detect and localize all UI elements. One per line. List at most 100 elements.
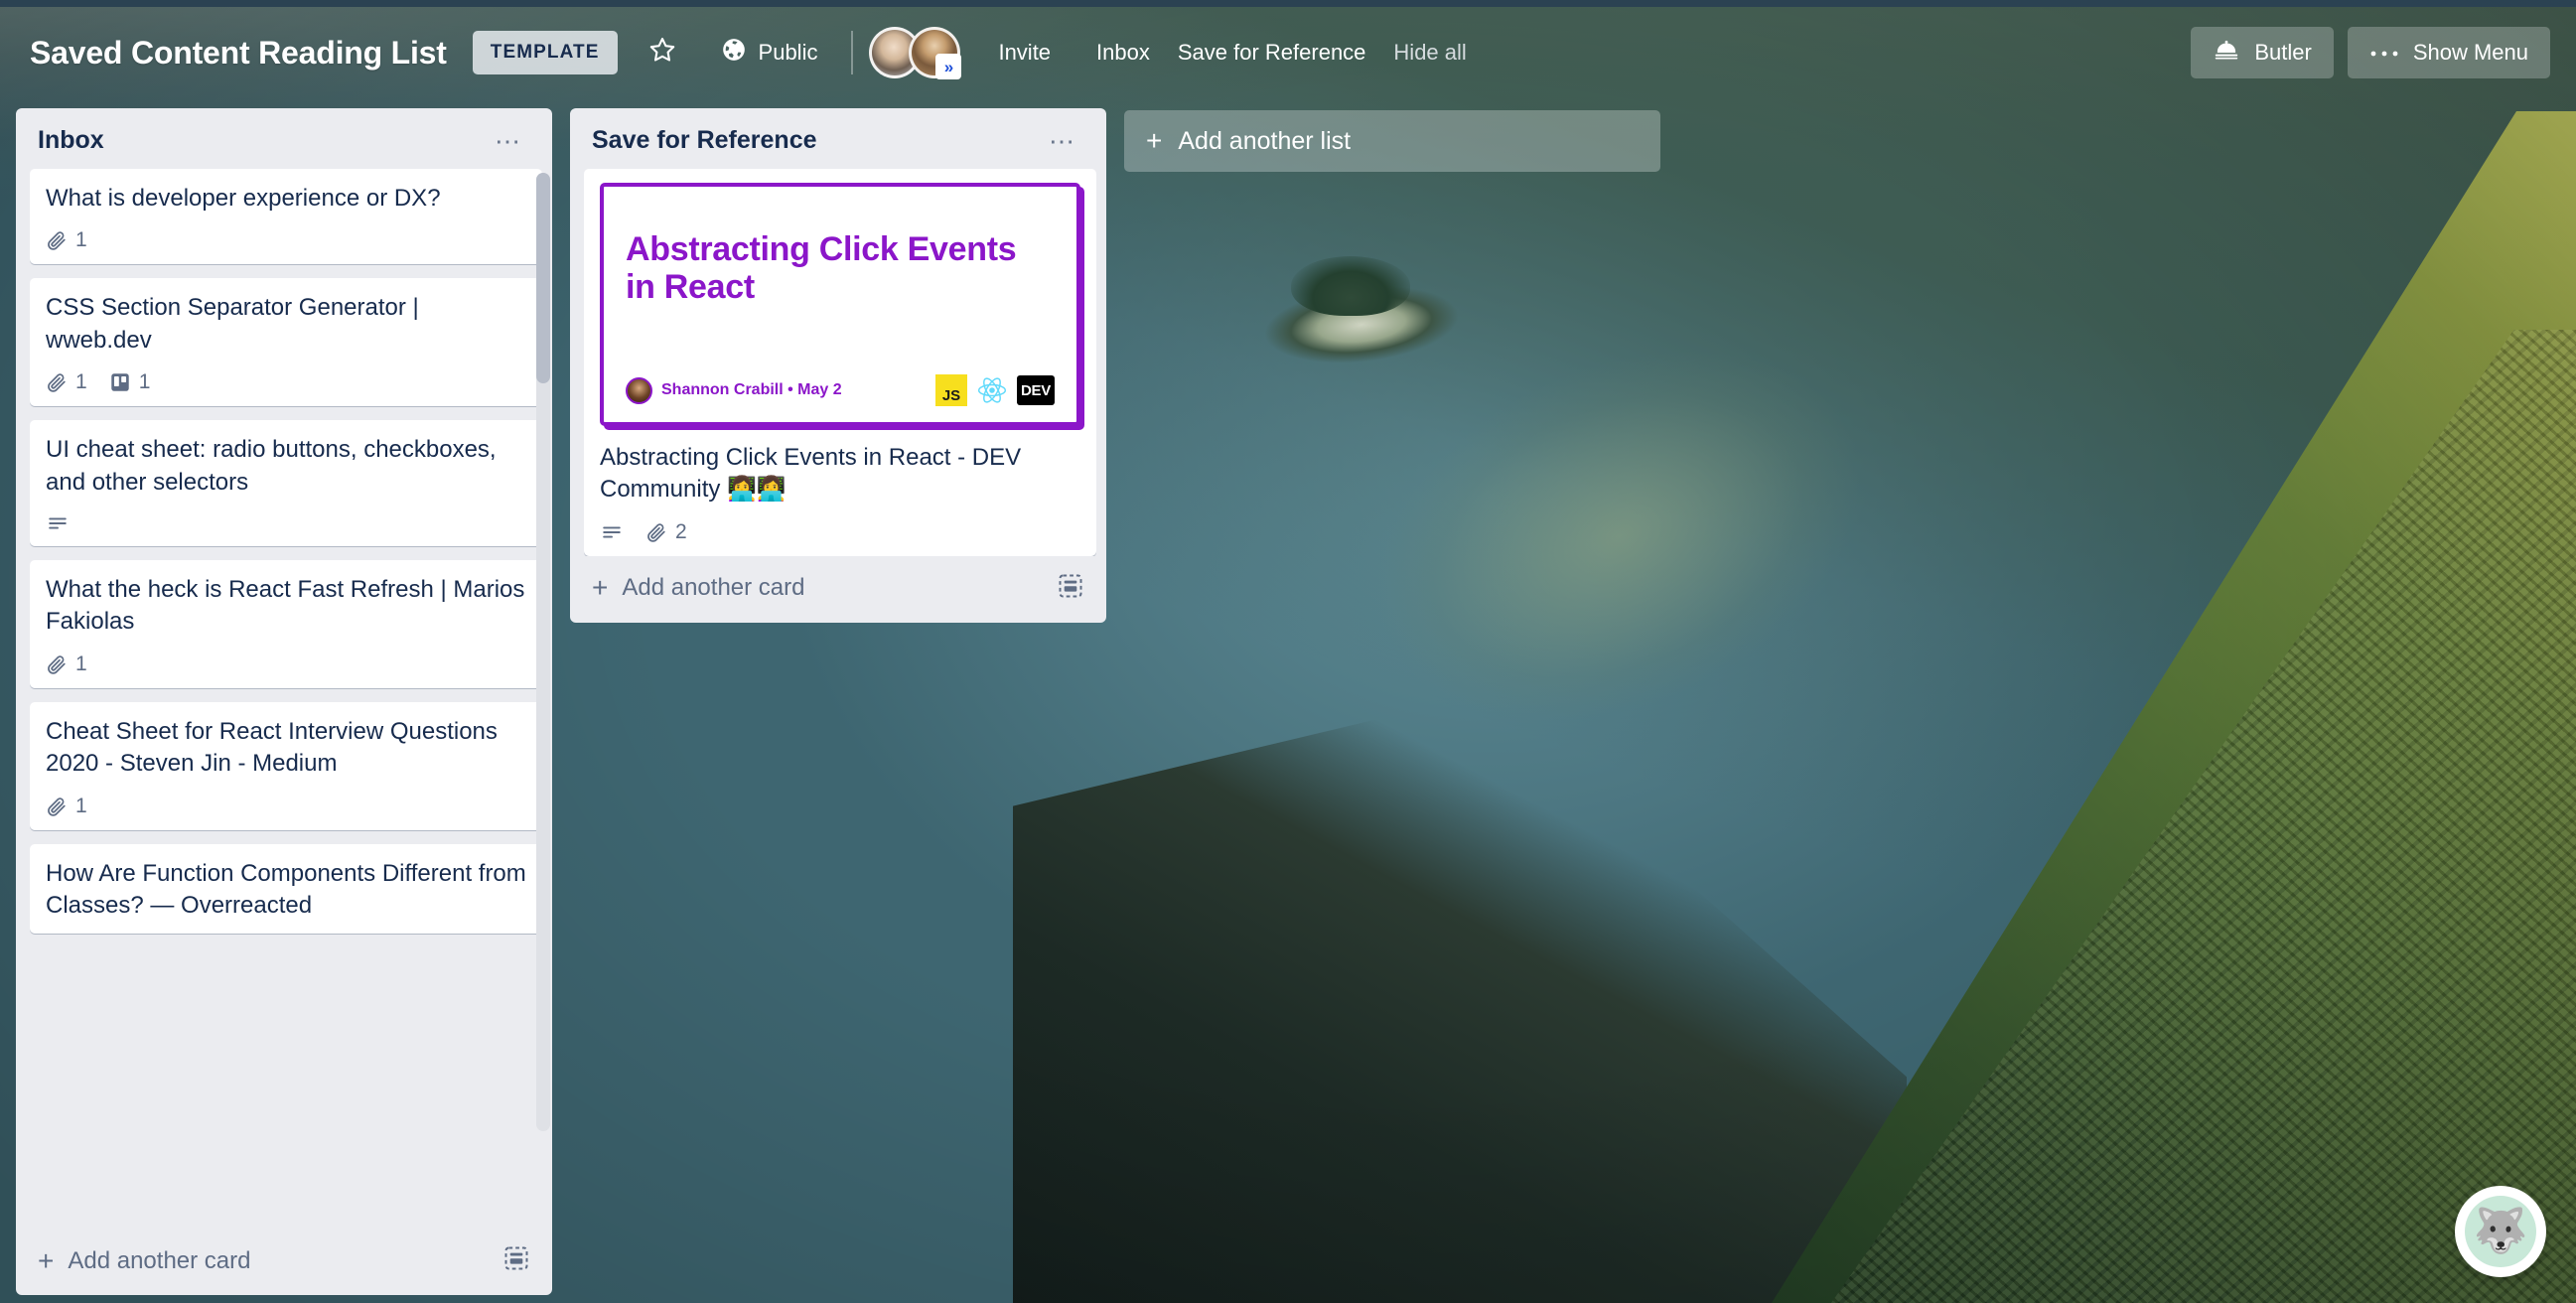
star-button[interactable]: [636, 27, 689, 78]
trello-board-count: 1: [138, 370, 151, 394]
template-badge: TEMPLATE: [472, 31, 618, 74]
list-title[interactable]: Inbox: [38, 126, 104, 155]
show-menu-label: Show Menu: [2412, 40, 2528, 65]
list-item[interactable]: UI cheat sheet: radio buttons, checkboxe…: [30, 420, 542, 546]
card-title: What is developer experience or DX?: [46, 185, 441, 212]
list-item[interactable]: Abstracting Click Events in React Shanno…: [584, 169, 1096, 556]
attachment-badge: 1: [46, 370, 87, 394]
attachment-badge: 1: [46, 652, 87, 676]
list-item[interactable]: CSS Section Separator Generator | wweb.d…: [30, 278, 542, 407]
plus-icon: +: [1146, 125, 1163, 156]
dev-logo: DEV: [1017, 375, 1055, 405]
card-title: How Are Function Components Different fr…: [46, 859, 526, 919]
cover-heading: Abstracting Click Events in React: [626, 230, 1017, 307]
attachment-badge: 1: [46, 228, 87, 252]
top-strip: [0, 0, 2576, 7]
butler-label: Butler: [2254, 40, 2312, 65]
avatar[interactable]: »: [909, 27, 962, 79]
plus-icon: +: [592, 572, 609, 604]
description-icon: [46, 512, 70, 534]
header-divider: [851, 31, 854, 74]
invite-button[interactable]: Invite: [978, 27, 1071, 78]
butler-button[interactable]: Butler: [2191, 27, 2334, 78]
cover-author-avatar: [626, 376, 652, 404]
card-badges: 1: [46, 795, 526, 818]
cover-logos: JS DEV: [935, 374, 1055, 406]
list-title[interactable]: Save for Reference: [592, 126, 817, 155]
star-outline-icon: [648, 36, 676, 70]
add-card-text: Add another card: [622, 574, 805, 602]
card-title: Cheat Sheet for React Interview Question…: [46, 717, 498, 778]
attachment-icon: [46, 229, 68, 251]
card-badges: [46, 512, 526, 534]
card-template-icon[interactable]: [1057, 572, 1084, 605]
add-list-label: Add another list: [1178, 126, 1352, 155]
card-badges: 2: [600, 520, 1080, 544]
card-badges: 1: [46, 652, 526, 676]
cover-footer: Shannon Crabill • May 2 JS DEV: [626, 374, 1055, 406]
add-list-button[interactable]: + Add another list: [1124, 110, 1660, 172]
globe-icon: [721, 37, 747, 69]
list-save-for-reference: Save for Reference ⋯ Abstracting Click E…: [570, 108, 1106, 623]
visibility-button[interactable]: Public: [703, 27, 836, 78]
page-title: Saved Content Reading List: [30, 34, 447, 71]
list-item[interactable]: How Are Function Components Different fr…: [30, 843, 542, 935]
cards-container-save-for-reference: Abstracting Click Events in React Shanno…: [570, 169, 1106, 556]
attachment-icon: [645, 521, 667, 543]
description-badge: [46, 512, 70, 534]
avatar-badge-icon: »: [935, 54, 962, 79]
attachment-icon: [46, 371, 68, 393]
list-header-save-for-reference: Save for Reference ⋯: [570, 108, 1106, 169]
add-card-label: + Add another card: [592, 574, 804, 602]
ellipsis-icon: [2369, 40, 2399, 66]
trello-board-icon: [109, 371, 131, 393]
cover-author: Shannon Crabill • May 2: [626, 376, 842, 404]
show-menu-button[interactable]: Show Menu: [2347, 27, 2550, 78]
card-badges: 1: [46, 228, 526, 252]
list-item[interactable]: What is developer experience or DX? 1: [30, 169, 542, 265]
attachment-count: 1: [75, 370, 87, 394]
list-scrollbar[interactable]: [536, 173, 550, 1131]
card-badges: 1 1: [46, 370, 526, 394]
list-menu-icon[interactable]: ⋯: [485, 128, 532, 154]
header-right-actions: Butler Show Menu: [2191, 27, 2550, 78]
description-icon: [600, 521, 624, 543]
cards-container-inbox: What is developer experience or DX? 1 CS…: [16, 169, 552, 1229]
card-template-icon[interactable]: [502, 1244, 530, 1277]
list-item[interactable]: What the heck is React Fast Refresh | Ma…: [30, 559, 542, 688]
attachment-icon: [46, 653, 68, 675]
javascript-logo: JS: [935, 374, 967, 406]
nav-link-hide-all[interactable]: Hide all: [1379, 27, 1480, 78]
attachment-count: 2: [675, 519, 687, 543]
card-cover-image: Abstracting Click Events in React Shanno…: [600, 183, 1080, 426]
nav-link-inbox[interactable]: Inbox: [1082, 27, 1164, 78]
butler-bell-icon: [2213, 36, 2240, 70]
plus-icon: +: [38, 1244, 55, 1276]
nav-link-save-for-reference[interactable]: Save for Reference: [1164, 27, 1380, 78]
visibility-label: Public: [758, 40, 818, 65]
attachment-count: 1: [75, 228, 87, 252]
list-item[interactable]: Cheat Sheet for React Interview Question…: [30, 701, 542, 830]
list-header-inbox: Inbox ⋯: [16, 108, 552, 169]
list-scrollbar-thumb[interactable]: [536, 173, 550, 383]
help-chat-widget[interactable]: 🐺: [2455, 1186, 2546, 1277]
list-inbox: Inbox ⋯ What is developer experience or …: [16, 108, 552, 1295]
card-title: Abstracting Click Events in React - DEV …: [600, 444, 1022, 504]
board-members: »: [869, 27, 962, 79]
attachment-count: 1: [75, 794, 87, 817]
attachment-badge: 2: [645, 520, 687, 544]
husky-dog-avatar: 🐺: [2465, 1196, 2536, 1267]
add-card-text: Add another card: [68, 1246, 251, 1274]
add-card-button-save-for-reference[interactable]: + Add another card: [570, 556, 1106, 623]
lists-area: Inbox ⋯ What is developer experience or …: [0, 98, 2576, 1303]
cover-byline: Shannon Crabill • May 2: [661, 381, 842, 398]
board-canvas: Saved Content Reading List TEMPLATE Publ…: [0, 0, 2576, 1303]
list-menu-icon[interactable]: ⋯: [1039, 128, 1086, 154]
card-title: What the heck is React Fast Refresh | Ma…: [46, 575, 525, 636]
add-card-button-inbox[interactable]: + Add another card: [16, 1229, 552, 1295]
trello-board-badge: 1: [109, 370, 151, 394]
attachment-count: 1: [75, 652, 87, 675]
attachment-icon: [46, 796, 68, 817]
card-title: UI cheat sheet: radio buttons, checkboxe…: [46, 436, 497, 496]
attachment-badge: 1: [46, 795, 87, 818]
